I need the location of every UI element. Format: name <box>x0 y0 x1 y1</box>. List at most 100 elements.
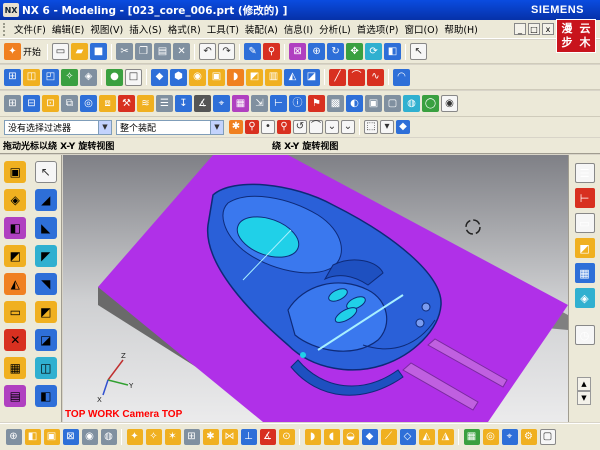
select-filter-icon[interactable]: ⚲ <box>245 120 259 134</box>
save-icon[interactable]: ■ <box>90 43 108 60</box>
measure-angle-icon[interactable]: ∡ <box>194 95 211 112</box>
delete-icon[interactable]: ✕ <box>173 43 191 60</box>
assembly-navigator-tab-icon[interactable]: ▣ <box>4 161 27 183</box>
show-hide-icon[interactable]: ◉ <box>441 95 458 112</box>
snap-face-icon[interactable]: ◮ <box>437 429 454 445</box>
blend-icon[interactable]: ◗ <box>227 68 244 86</box>
region-icon[interactable]: ⌄ <box>341 120 355 134</box>
rectangle-select-icon[interactable]: ⬚ <box>364 120 378 134</box>
mirror-icon[interactable]: ⧈ <box>99 95 116 112</box>
measure-distance-icon[interactable]: ↧ <box>175 95 192 112</box>
paste-icon[interactable]: ▤ <box>154 43 172 60</box>
model-view[interactable]: Z Y X <box>63 155 568 422</box>
new-component-icon[interactable]: □ <box>125 68 142 86</box>
restore-button[interactable]: □ <box>528 23 540 35</box>
snap-arc-center-icon[interactable]: ◉ <box>81 429 98 445</box>
spline-icon[interactable]: ∿ <box>367 68 384 86</box>
system-materials-icon[interactable]: ▦ <box>4 357 27 379</box>
snap-point-on-face-icon[interactable]: ✶ <box>164 429 181 445</box>
face-rule-icon[interactable]: ⌄ <box>325 120 339 134</box>
undo-icon[interactable]: ↶ <box>199 43 217 60</box>
intersect-icon[interactable]: ⊡ <box>42 95 59 112</box>
sketch-icon[interactable]: ◫ <box>23 68 40 86</box>
shading-icon[interactable]: ◍ <box>403 95 420 112</box>
snap-origin-icon[interactable]: ◎ <box>482 429 499 445</box>
roles-icon[interactable]: ◩ <box>574 238 595 258</box>
process-studio-icon[interactable]: ▤ <box>4 385 27 407</box>
scroll-up-arrow[interactable]: ▲ <box>577 377 591 391</box>
revolve-icon[interactable]: ⬢ <box>170 68 187 86</box>
scroll-down-arrow[interactable]: ▼ <box>577 391 591 405</box>
graphics-window[interactable]: Z Y X TOP WORK Camera TOP <box>63 155 568 422</box>
surface-icon[interactable]: ◠ <box>393 68 410 86</box>
analysis-icon[interactable]: ⚑ <box>308 95 325 112</box>
select-body-icon[interactable]: ◆ <box>396 120 410 134</box>
redo-icon[interactable]: ↷ <box>218 43 236 60</box>
start-icon[interactable]: ✦ <box>4 43 21 60</box>
snap-bounded-grid-icon[interactable]: ⊞ <box>183 429 200 445</box>
connected-curves-icon[interactable]: ⌒ <box>309 120 323 134</box>
menu-help[interactable]: 帮助(H) <box>441 22 481 36</box>
snap-angle-icon[interactable]: ∡ <box>259 429 276 445</box>
tools-icon[interactable]: ⚒ <box>118 95 135 112</box>
open-folder-icon[interactable]: ▰ <box>71 43 89 60</box>
tangent-curves-icon[interactable]: ↺ <box>293 120 307 134</box>
chevron-down-icon[interactable]: ▼ <box>98 120 111 134</box>
line-icon[interactable]: ╱ <box>329 68 346 86</box>
snap-mid-point-icon[interactable]: ◧ <box>24 429 41 445</box>
snap-toggle-icon[interactable]: ▢ <box>539 429 556 445</box>
through-curves-icon[interactable]: ◥ <box>34 273 57 295</box>
shell-icon[interactable]: ▥ <box>265 68 282 86</box>
menu-analysis[interactable]: 分析(L) <box>316 22 354 36</box>
copy-icon[interactable]: ❐ <box>135 43 153 60</box>
start-label[interactable]: 开始 <box>23 45 41 58</box>
history-icon[interactable]: ✕ <box>4 329 27 351</box>
surface-tool-icon[interactable]: ◢ <box>34 189 57 211</box>
render-style-icon[interactable]: ◐ <box>346 95 363 112</box>
snap-ellipse-point-icon[interactable]: ◒ <box>342 429 359 445</box>
extrude-icon[interactable]: ◆ <box>151 68 168 86</box>
datum-icon[interactable]: ◰ <box>42 68 59 86</box>
snap-tangent-icon[interactable]: ⋈ <box>221 429 238 445</box>
bridge-icon[interactable]: ◫ <box>34 357 57 379</box>
constraint-navigator-icon[interactable]: ◈ <box>4 189 27 211</box>
pattern-icon[interactable]: ≋ <box>137 95 154 112</box>
selection-scope-select[interactable]: 整个装配 ▼ <box>116 119 224 135</box>
expression-icon[interactable]: ✧ <box>61 68 78 86</box>
extension-icon[interactable]: ◪ <box>34 329 57 351</box>
filter-icon[interactable]: ⚲ <box>263 43 281 60</box>
trim-body-icon[interactable]: ◪ <box>303 68 320 86</box>
assembly-navigator-icon[interactable]: ⊞ <box>4 68 21 86</box>
menu-window[interactable]: 窗口(O) <box>401 22 441 36</box>
snap-wcs-icon[interactable]: ⌖ <box>501 429 518 445</box>
unite-icon[interactable]: ⊞ <box>4 95 21 112</box>
snap-icon[interactable]: ◈ <box>80 68 97 86</box>
snap-quadrant-icon[interactable]: ◍ <box>100 429 117 445</box>
refresh-icon[interactable]: ⟳ <box>365 43 383 60</box>
menu-file[interactable]: 文件(F) <box>11 22 49 36</box>
view-icon[interactable]: ▢ <box>384 95 401 112</box>
snap-spline-point-icon[interactable]: ◖ <box>323 429 340 445</box>
clock-icon[interactable]: ◷ <box>574 325 595 345</box>
face-tool-icon[interactable]: ◣ <box>34 217 57 239</box>
menu-format[interactable]: 格式(R) <box>165 22 204 36</box>
fit-view-icon[interactable]: ⊠ <box>289 43 307 60</box>
snap-control-point-icon[interactable]: ▣ <box>43 429 60 445</box>
snap-settings-icon[interactable]: ⚙ <box>520 429 537 445</box>
menu-insert[interactable]: 插入(S) <box>126 22 164 36</box>
menu-information[interactable]: 信息(I) <box>281 22 316 36</box>
snap-perpendicular-icon[interactable]: ⊥ <box>240 429 257 445</box>
snap-end-point-icon[interactable]: ⊕ <box>5 429 22 445</box>
view-list-icon[interactable]: ☰ <box>574 163 595 183</box>
draft-icon[interactable]: ◭ <box>284 68 301 86</box>
snap-line-icon[interactable]: ⟋ <box>380 429 397 445</box>
boss-icon[interactable]: ▣ <box>208 68 225 86</box>
chamfer-icon[interactable]: ◩ <box>246 68 263 86</box>
general-select-icon[interactable]: ✱ <box>229 120 243 134</box>
section-icon[interactable]: ⊢ <box>270 95 287 112</box>
cut-icon[interactable]: ✂ <box>116 43 134 60</box>
part-navigator-icon[interactable]: ◧ <box>4 217 27 239</box>
arc-icon[interactable]: ⌒ <box>348 68 365 86</box>
edit-object-icon[interactable]: ✎ <box>244 43 262 60</box>
hole-icon[interactable]: ◉ <box>189 68 206 86</box>
